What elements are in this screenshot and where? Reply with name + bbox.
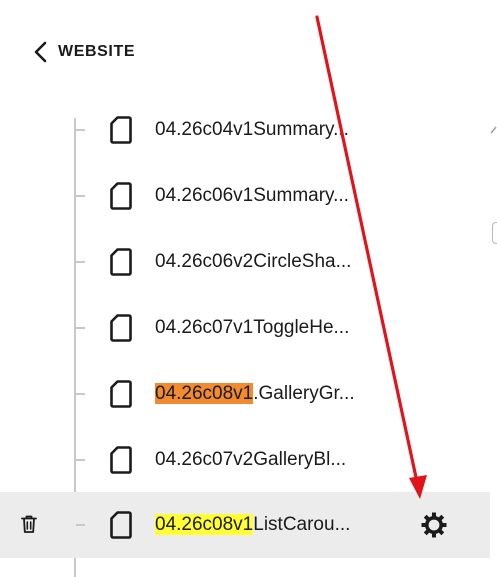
page-icon [110,511,132,539]
search-highlight-orange: 04.26c08v1 [155,383,254,404]
page-icon [110,182,132,210]
page-title-text: 04.26c07v2GalleryBl... [155,449,347,470]
scroll-up-hint[interactable] [490,126,497,134]
page-title: 04.26c04v1Summary... [155,117,349,143]
chevron-left-icon [34,41,47,63]
pages-panel: WEBSITE 04.26c04v1Summary... 04.26c06v1S… [0,0,497,577]
page-title: 04.26c06v1Summary... [155,183,349,209]
back-to-website-link[interactable]: WEBSITE [32,38,135,66]
page-row[interactable]: 04.26c07v1ToggleHe... [0,295,490,361]
tree-tick [76,327,85,329]
page-icon [110,446,132,474]
tree-tick [76,195,85,197]
tree-tick [76,261,85,263]
search-highlight-yellow: 04.26c08v1 [155,514,254,535]
back-label: WEBSITE [58,43,136,60]
scrollbar-thumb[interactable] [492,222,497,244]
page-title-text: ListCarou... [253,514,351,535]
page-row[interactable]: 04.26c04v1Summary... [0,97,490,163]
page-title-text: 04.26c07v1ToggleHe... [155,317,350,338]
page-title: 04.26c06v2CircleSha... [155,249,351,275]
page-title: 04.26c07v1ToggleHe... [155,315,349,341]
page-title-text: 04.26c06v2CircleSha... [155,251,352,272]
page-row[interactable]: 04.26c08v1.GalleryGr... [0,361,490,427]
tree-tick [76,459,85,461]
trash-icon[interactable] [20,514,38,534]
tree-tick [76,129,85,131]
page-icon [110,380,132,408]
page-title: 04.26c07v2GalleryBl... [155,447,346,473]
page-row[interactable]: 04.26c06v2CircleSha... [0,229,490,295]
page-title-text: 04.26c04v1Summary... [155,119,349,140]
page-icon [110,314,132,342]
page-title-text: .GalleryGr... [253,383,355,404]
tree-tick [76,524,85,526]
page-icon [110,116,132,144]
page-row[interactable]: 04.26c07v2GalleryBl... [0,427,490,493]
tree-tick [76,393,85,395]
gear-icon[interactable] [419,510,449,540]
page-row-selected[interactable]: 04.26c08v1ListCarou... [0,492,490,558]
page-title: 04.26c08v1.GalleryGr... [155,381,355,407]
page-row[interactable]: 04.26c06v1Summary... [0,163,490,229]
page-title: 04.26c08v1ListCarou... [155,512,350,538]
page-icon [110,248,132,276]
page-title-text: 04.26c06v1Summary... [155,185,349,206]
